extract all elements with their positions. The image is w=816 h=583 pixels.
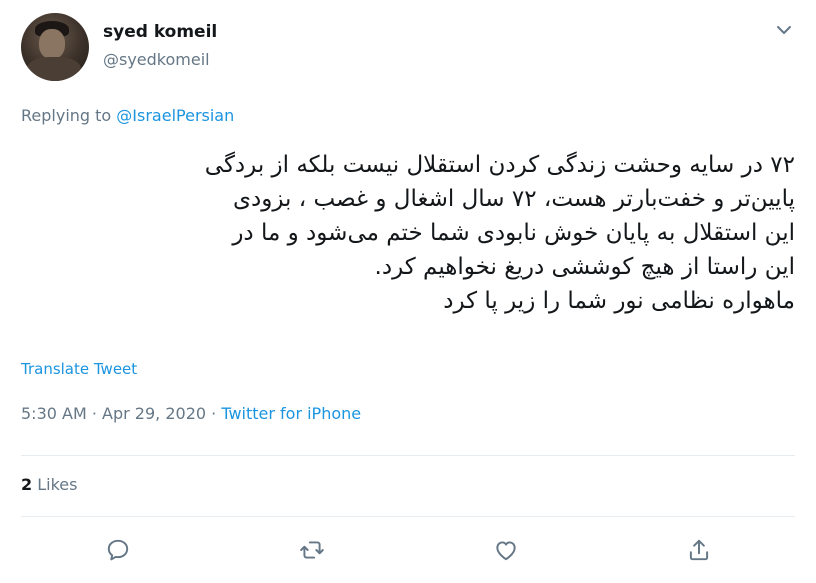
avatar-body [27, 57, 81, 81]
likes-label: Likes [37, 475, 78, 494]
tweet-date[interactable]: Apr 29, 2020 [102, 404, 206, 423]
tweet-source-link[interactable]: Twitter for iPhone [221, 404, 361, 423]
tweet-line: ماهواره نظامی نور شما را زیر پا کرد [443, 288, 795, 314]
meta-separator: · [86, 404, 103, 423]
author-username[interactable]: @syedkomeil [103, 50, 210, 69]
replying-to: Replying to @IsraelPersian [21, 106, 234, 125]
tweet-text: ۷۲ در سایه وحشت زندگی کردن استقلال نیست … [21, 148, 795, 318]
translate-tweet-link[interactable]: Translate Tweet [21, 360, 137, 378]
share-icon[interactable] [686, 537, 712, 563]
chevron-down-icon[interactable] [774, 22, 794, 38]
divider [21, 455, 795, 456]
avatar-face [39, 29, 65, 59]
replying-prefix: Replying to [21, 106, 112, 125]
tweet-line: این استقلال به پایان خوش نابودی شما ختم … [232, 220, 795, 246]
heart-icon[interactable] [493, 537, 519, 563]
tweet-meta: 5:30 AM · Apr 29, 2020 · Twitter for iPh… [21, 404, 361, 423]
tweet-line: ۷۲ در سایه وحشت زندگی کردن استقلال نیست … [204, 152, 795, 178]
reply-mention-link[interactable]: @IsraelPersian [116, 106, 234, 125]
reply-icon[interactable] [105, 537, 131, 563]
tweet-line: این راستا از هیچ کوششی دریغ نخواهیم کرد. [374, 254, 795, 280]
author-display-name[interactable]: syed komeil [103, 22, 217, 42]
meta-separator: · [206, 404, 222, 423]
likes-stat[interactable]: 2 Likes [21, 475, 77, 494]
avatar[interactable] [21, 13, 89, 81]
tweet-line: پایین‌تر و خفت‌بارتر هست، ۷۲ سال اشغال و… [233, 186, 795, 212]
tweet-time[interactable]: 5:30 AM [21, 404, 87, 423]
likes-count: 2 [21, 475, 33, 494]
retweet-icon[interactable] [299, 537, 325, 563]
divider [21, 516, 795, 517]
